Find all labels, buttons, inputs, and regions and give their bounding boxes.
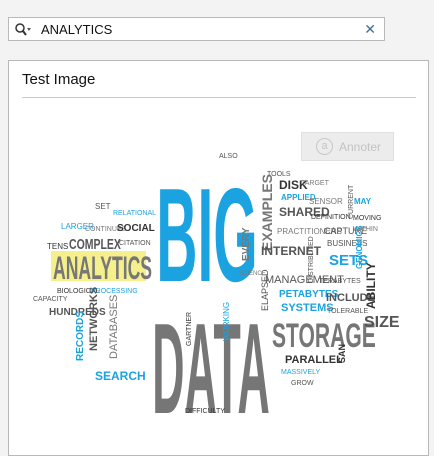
word: GARTNER	[186, 312, 193, 346]
word: SAN	[337, 344, 347, 363]
annotate-label: Annoter	[339, 140, 382, 154]
word: RELATIONAL	[113, 210, 156, 217]
annotate-icon: a	[316, 138, 333, 155]
word: DATABASES	[108, 295, 120, 359]
word: TERABYTES	[319, 278, 361, 285]
word: SCIENCE	[239, 271, 266, 277]
word: SET	[95, 202, 111, 211]
word: EVERY	[241, 227, 252, 261]
word: DISTRIBUTED	[308, 236, 315, 283]
word: ALSO	[219, 153, 238, 160]
annotate-button[interactable]: a Annoter	[301, 132, 394, 161]
word: GENOMICS	[355, 225, 364, 269]
word: CITATION	[119, 240, 151, 247]
word: TOLERABLE	[327, 308, 368, 315]
word: GROW	[291, 380, 314, 387]
word: PARALLEL	[285, 354, 343, 366]
word: MAY	[354, 197, 372, 206]
chevron-down-icon	[27, 28, 31, 31]
search-bar[interactable]: ✕	[8, 17, 385, 41]
image-panel: Test Image BIG DATA STORAGE ANALYTICS AL…	[8, 60, 429, 456]
word: SOCIAL	[117, 223, 155, 234]
word: SIZE	[364, 314, 400, 331]
word-cloud-image: BIG DATA STORAGE ANALYTICS ALSO TOOLS DI…	[33, 153, 400, 441]
search-input[interactable]	[41, 20, 356, 38]
word: SEARCH	[95, 369, 146, 383]
word: CURRENT	[348, 184, 355, 219]
word: DEFINITION	[311, 214, 351, 221]
close-icon[interactable]: ✕	[364, 20, 376, 38]
word-analytics: ANALYTICS	[53, 252, 152, 287]
word: MOVING	[353, 215, 381, 222]
word: MASSIVELY	[281, 369, 320, 376]
word: TENS	[47, 242, 68, 251]
word: ABILITY	[364, 262, 378, 309]
word: EXAMPLES	[259, 174, 275, 251]
word-data: DATA	[152, 298, 270, 441]
word: WORKING	[222, 302, 231, 341]
word: DIFFICULTY	[185, 408, 225, 415]
word: COMPLEX	[69, 235, 121, 252]
word: RECORDS	[75, 311, 86, 361]
search-icon[interactable]	[14, 22, 32, 38]
word: SYSTEMS	[281, 302, 334, 314]
word: TARGET	[301, 180, 330, 187]
word: CAPACITY	[33, 296, 68, 303]
word-storage: STORAGE	[272, 316, 376, 354]
word: NETWORKS	[88, 287, 100, 351]
